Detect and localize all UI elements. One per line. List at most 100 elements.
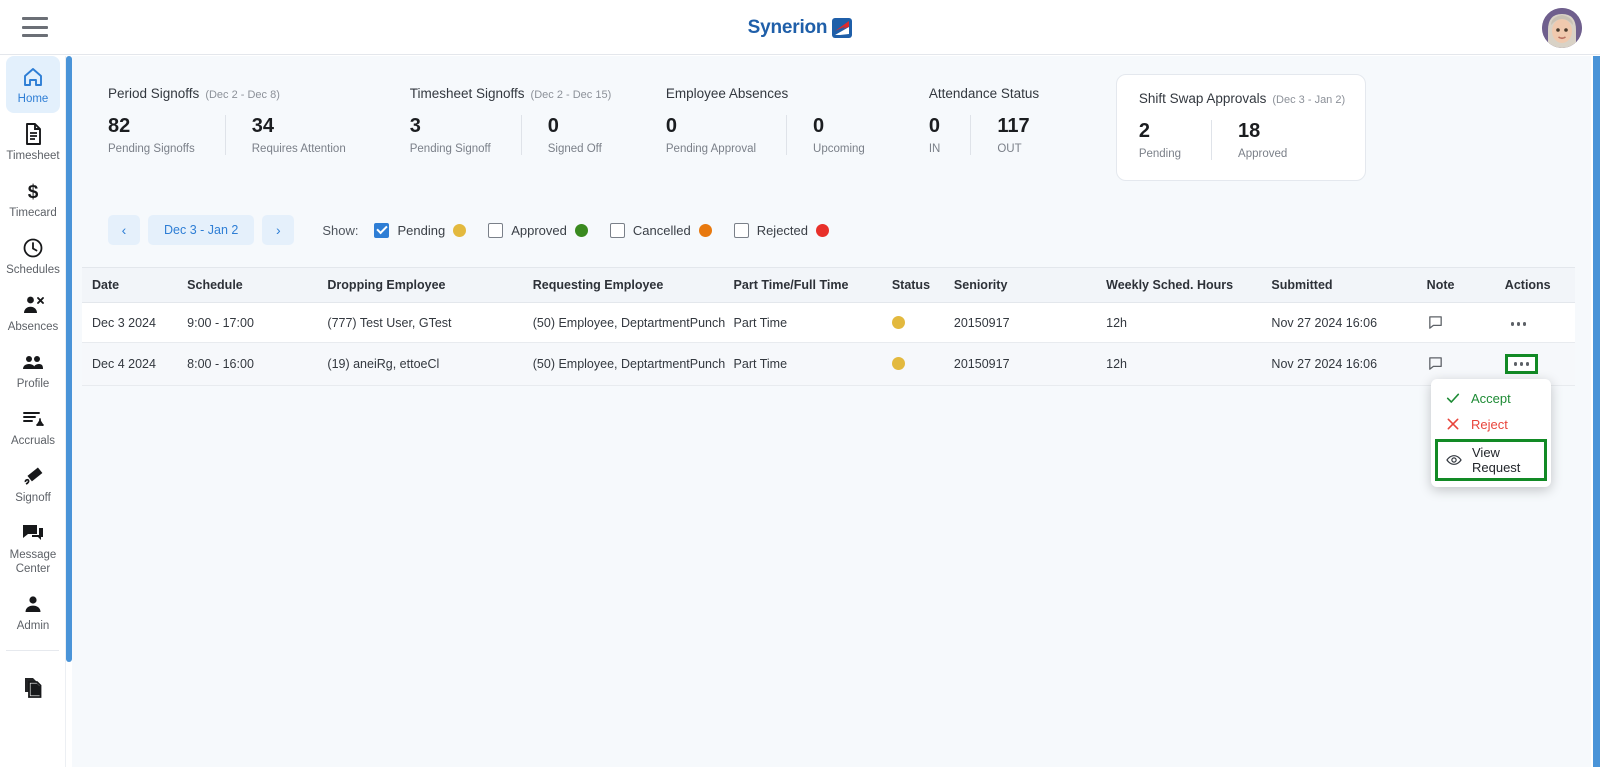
kpi-stat: 0 Signed Off	[520, 115, 632, 155]
sidebar-item-profile[interactable]: Profile	[0, 341, 65, 398]
kpi-title: Employee Absences	[666, 86, 895, 101]
comment-icon[interactable]	[1427, 314, 1444, 331]
sidebar-item-label: Timesheet	[6, 150, 60, 162]
sidebar-divider	[6, 650, 59, 651]
filter-rejected[interactable]: Rejected	[733, 222, 829, 238]
kpi-title: Timesheet Signoffs (Dec 2 - Dec 15)	[410, 86, 632, 101]
cell-actions[interactable]	[1504, 302, 1575, 343]
kpi-card-shift-swap-approvals[interactable]: Shift Swap Approvals (Dec 3 - Jan 2) 2 Pe…	[1115, 74, 1367, 181]
kpi-value: 34	[251, 115, 274, 137]
avatar-image	[1542, 8, 1582, 48]
sidebar-item-absences[interactable]: Absences	[0, 284, 65, 341]
kpi-label: Pending Approval	[665, 143, 757, 155]
kpi-title-text: Attendance Status	[928, 86, 1040, 101]
menu-item-label: Reject	[1471, 416, 1508, 432]
cell-seniority: 20150917	[953, 342, 1107, 386]
kpi-label: Upcoming	[813, 143, 865, 155]
kebab-menu-icon[interactable]	[1505, 317, 1533, 331]
sidebar-item-accruals[interactable]: Accruals	[0, 398, 65, 455]
checkbox-approved[interactable]	[488, 222, 504, 238]
kpi-strip: Period Signoffs (Dec 2 - Dec 8) 82 Pendin…	[72, 56, 1591, 181]
actions-context-menu: Accept Reject View Request	[1431, 379, 1551, 487]
kpi-card-employee-absences[interactable]: Employee Absences 0 Pending Approval 0 U…	[648, 74, 911, 169]
column-header-note[interactable]: Note	[1426, 267, 1505, 303]
cell-status	[891, 342, 954, 386]
synerion-arrow-logo-icon	[832, 17, 853, 38]
sidebar-item-home[interactable]: Home	[6, 56, 60, 113]
date-range-selector[interactable]: Dec 3 - Jan 2	[148, 215, 255, 245]
list-balance-icon	[23, 412, 44, 426]
sidebar-item-message-center[interactable]: Message Center	[0, 512, 65, 583]
column-header-part-full-time[interactable]: Part Time/Full Time	[733, 267, 892, 303]
kpi-card-attendance-status[interactable]: Attendance Status 0 IN 117 OUT	[911, 74, 1116, 169]
checkbox-cancelled[interactable]	[609, 222, 625, 238]
kebab-menu-icon[interactable]	[1504, 354, 1539, 374]
hamburger-icon[interactable]	[22, 17, 48, 37]
kpi-stat: 0 Pending Approval	[666, 115, 786, 155]
kpi-value: 18	[1238, 120, 1261, 142]
cell-schedule: 8:00 - 16:00	[187, 342, 328, 386]
cell-note[interactable]	[1426, 302, 1505, 343]
sidebar-item-timecard[interactable]: $ Timecard	[0, 170, 65, 227]
avatar[interactable]	[1542, 8, 1582, 48]
kpi-title: Shift Swap Approvals (Dec 3 - Jan 2)	[1139, 91, 1345, 106]
cell-dropping-employee: (19) aneiRg, ettoeCl	[327, 342, 533, 386]
kpi-label: Requires Attention	[251, 143, 346, 155]
main-content: Period Signoffs (Dec 2 - Dec 8) 82 Pendin…	[72, 56, 1591, 767]
table-row[interactable]: Dec 4 2024 8:00 - 16:00 (19) aneiRg, ett…	[82, 342, 1575, 386]
column-header-actions[interactable]: Actions	[1504, 267, 1575, 303]
status-dot-pending	[453, 223, 467, 237]
sidebar-item-signoff[interactable]: Signoff	[0, 455, 65, 512]
table-row[interactable]: Dec 3 2024 9:00 - 17:00 (777) Test User,…	[82, 302, 1575, 343]
kpi-stat: 18 Approved	[1211, 120, 1317, 160]
filter-cancelled[interactable]: Cancelled	[609, 222, 712, 238]
menu-item-accept[interactable]: Accept	[1431, 385, 1551, 411]
kpi-value: 0	[813, 115, 825, 137]
top-bar: Synerion	[0, 0, 1600, 55]
column-header-weekly-sched-hours[interactable]: Weekly Sched. Hours	[1106, 267, 1272, 303]
column-header-status[interactable]: Status	[891, 267, 954, 303]
sidebar-item-schedules[interactable]: Schedules	[0, 227, 65, 284]
filter-approved[interactable]: Approved	[488, 222, 588, 238]
column-header-schedule[interactable]: Schedule	[187, 267, 328, 303]
next-period-button[interactable]: ›	[262, 215, 295, 245]
show-label: Show:	[322, 222, 359, 238]
kpi-card-period-signoffs[interactable]: Period Signoffs (Dec 2 - Dec 8) 82 Pendin…	[90, 74, 392, 169]
chat-icon	[23, 525, 43, 540]
kpi-label: Signed Off	[547, 143, 602, 155]
column-header-submitted[interactable]: Submitted	[1271, 267, 1427, 303]
checkbox-pending[interactable]	[374, 222, 390, 238]
sidebar-item-label: Absences	[7, 321, 59, 333]
sidebar-item-admin[interactable]: Admin	[0, 583, 65, 640]
brand-logo: Synerion	[0, 0, 1600, 55]
status-dot-rejected	[816, 223, 829, 237]
sidebar-item-timesheet[interactable]: Timesheet	[0, 113, 65, 170]
kpi-title-text: Shift Swap Approvals	[1138, 91, 1267, 106]
sidebar-item-documents[interactable]	[0, 667, 65, 710]
kpi-title: Period Signoffs (Dec 2 - Dec 8)	[108, 86, 376, 101]
cell-dropping-employee: (777) Test User, GTest	[327, 302, 533, 343]
cell-weekly-sched-hours: 12h	[1106, 302, 1272, 343]
checkbox-rejected[interactable]	[733, 222, 749, 238]
column-header-requesting-employee[interactable]: Requesting Employee	[532, 267, 734, 303]
sidebar-item-label: Timecard	[9, 207, 57, 219]
cell-date: Dec 4 2024	[82, 342, 188, 386]
dollar-icon: $	[28, 182, 39, 203]
column-header-dropping-employee[interactable]: Dropping Employee	[327, 267, 533, 303]
clock-icon	[23, 238, 43, 258]
page-scrollbar[interactable]	[1593, 56, 1600, 767]
menu-item-view-request[interactable]: View Request	[1435, 439, 1547, 481]
kpi-label: Pending Signoff	[409, 143, 491, 155]
people-icon	[23, 356, 43, 369]
previous-period-button[interactable]: ‹	[108, 215, 140, 245]
x-icon	[1447, 418, 1459, 430]
kpi-value: 117	[997, 115, 1030, 137]
kpi-stat: 82 Pending Signoffs	[108, 115, 225, 155]
cell-status	[891, 302, 954, 343]
column-header-seniority[interactable]: Seniority	[953, 267, 1107, 303]
filter-pending[interactable]: Pending	[374, 222, 467, 238]
column-header-date[interactable]: Date	[82, 267, 188, 303]
comment-icon[interactable]	[1427, 355, 1444, 372]
menu-item-reject[interactable]: Reject	[1431, 411, 1551, 437]
kpi-card-timesheet-signoffs[interactable]: Timesheet Signoffs (Dec 2 - Dec 15) 3 Pen…	[392, 74, 648, 169]
